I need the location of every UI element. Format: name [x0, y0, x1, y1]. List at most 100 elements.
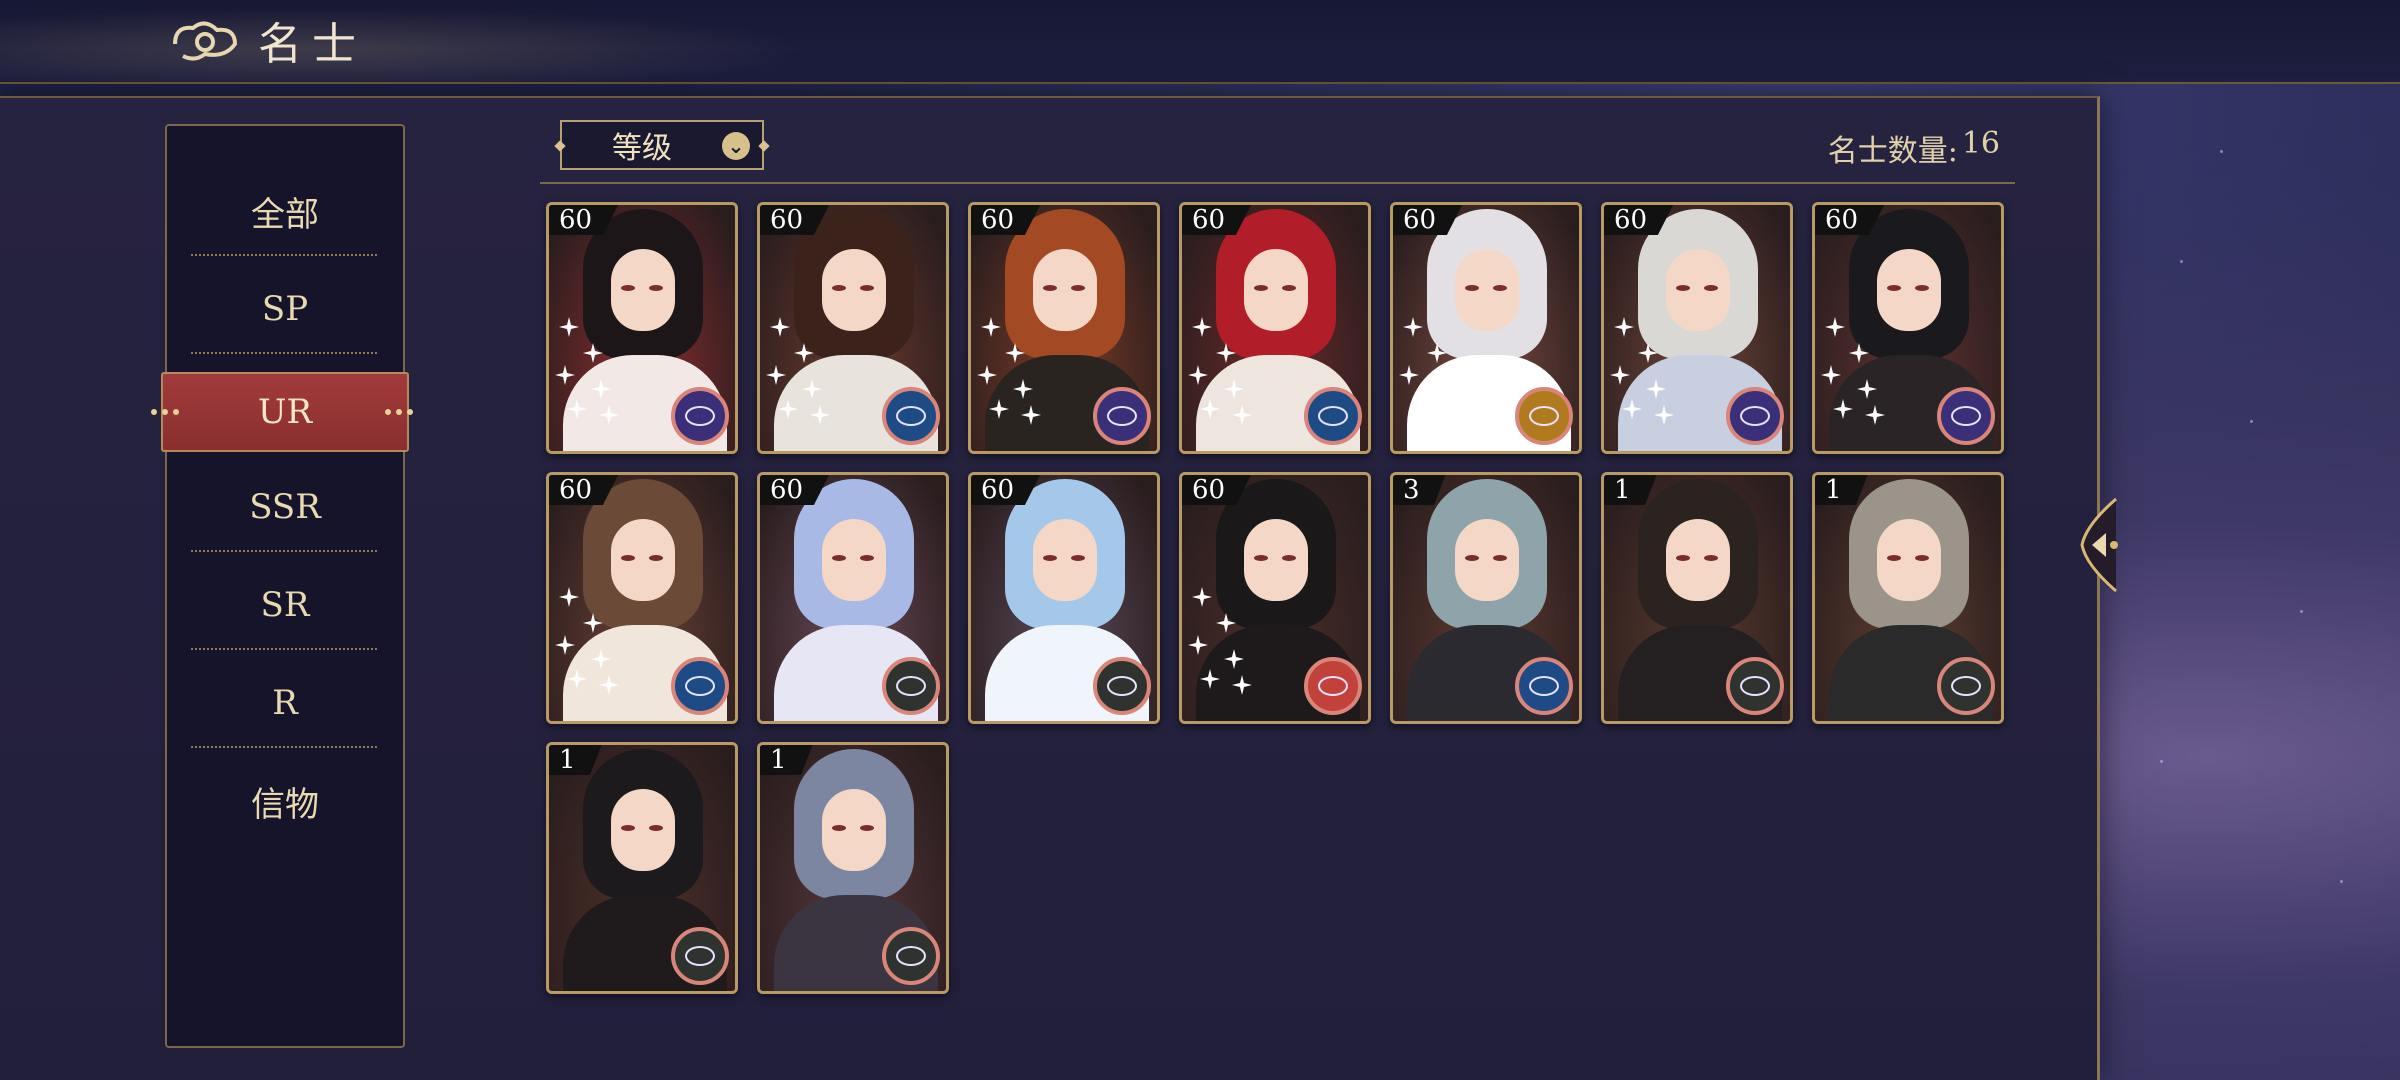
header-bar: 名士: [0, 0, 2400, 84]
hero-eye: [860, 555, 874, 561]
sparkle-icon: [1821, 313, 1921, 433]
hero-eye: [1915, 555, 1929, 561]
orbit-ring: [1740, 676, 1770, 696]
hero-eye: [649, 825, 663, 831]
collapse-panel-arrow-icon[interactable]: [2076, 495, 2122, 595]
filter-tab-label: UR: [257, 392, 313, 432]
chevron-down-icon: ⌄: [722, 132, 750, 160]
hero-count: 名士数量: 16: [1828, 126, 2000, 170]
divider: [191, 352, 377, 354]
sort-dropdown-label: 等级: [612, 131, 672, 166]
orbit-ring: [1529, 676, 1559, 696]
hero-eye: [1282, 285, 1296, 291]
hero-card[interactable]: 60: [968, 472, 1160, 724]
hero-card[interactable]: 60: [1179, 472, 1371, 724]
divider: [191, 648, 377, 650]
hero-count-label: 名士数量:: [1827, 134, 1958, 169]
hero-face: [611, 789, 675, 871]
hero-eye: [621, 825, 635, 831]
hero-face: [1455, 519, 1519, 601]
hero-card[interactable]: 60: [546, 472, 738, 724]
filter-tab-keepsake[interactable]: 信物: [167, 752, 403, 850]
filter-tab-ur[interactable]: UR: [151, 372, 413, 452]
hero-card[interactable]: 60: [757, 472, 949, 724]
filter-tab-sr[interactable]: SR: [167, 556, 403, 654]
orbit-ring: [1107, 406, 1137, 426]
hero-eye: [860, 285, 874, 291]
orbit-ring: [685, 406, 715, 426]
hero-card[interactable]: 1: [546, 742, 738, 994]
hero-eye: [1465, 555, 1479, 561]
hero-card[interactable]: 60: [1812, 202, 2004, 454]
hero-face: [822, 519, 886, 601]
blue-orbit-icon: [882, 387, 940, 445]
hero-card[interactable]: 1: [1601, 472, 1793, 724]
hero-card[interactable]: 60: [1601, 202, 1793, 454]
orbit-ring: [896, 676, 926, 696]
grey-orbit-icon: [1937, 657, 1995, 715]
filter-tab-label: 信物: [251, 784, 319, 825]
orbit-ring: [896, 946, 926, 966]
grey-orbit-icon: [882, 657, 940, 715]
hero-card[interactable]: 1: [757, 742, 949, 994]
hero-eye: [1465, 285, 1479, 291]
sparkle-icon: [555, 583, 655, 703]
orbit-ring: [1318, 676, 1348, 696]
hero-eye: [621, 555, 635, 561]
filter-tab-all[interactable]: 全部: [167, 162, 403, 260]
sparkle-icon: [977, 313, 1077, 433]
rarity-filter-sidebar: 全部 SP UR SSR SR R 信物: [151, 124, 413, 1048]
filter-tab-label: R: [272, 683, 298, 723]
ornament-dots-left: [151, 408, 185, 416]
hero-card[interactable]: 1: [1812, 472, 2004, 724]
grey-orbit-icon: [882, 927, 940, 985]
hero-eye: [1887, 285, 1901, 291]
hero-eye: [1915, 285, 1929, 291]
ornament-dots-right: [385, 408, 419, 416]
hero-eye: [1254, 285, 1268, 291]
red-orbit-icon: [1304, 657, 1362, 715]
hero-face: [1877, 519, 1941, 601]
hero-card[interactable]: 60: [1390, 202, 1582, 454]
hero-eye: [649, 285, 663, 291]
grey-orbit-icon: [1726, 657, 1784, 715]
filter-tab-label: SSR: [249, 487, 321, 527]
purple-orbit-icon: [1937, 387, 1995, 445]
filter-tab-label: SP: [261, 289, 309, 329]
filter-tab-label: 全部: [251, 194, 319, 235]
hero-card[interactable]: 60: [1179, 202, 1371, 454]
hero-eye: [1254, 555, 1268, 561]
orbit-ring: [1529, 406, 1559, 426]
hero-eye: [1493, 555, 1507, 561]
filter-tab-sp[interactable]: SP: [167, 260, 403, 358]
filter-tab-label: SR: [260, 585, 310, 625]
hero-eye: [1676, 285, 1690, 291]
sparkle-icon: [1610, 313, 1710, 433]
grey-orbit-icon: [1093, 657, 1151, 715]
divider: [540, 182, 2015, 184]
hero-eye: [621, 285, 635, 291]
hero-face: [822, 789, 886, 871]
hero-eye: [1887, 555, 1901, 561]
hero-card[interactable]: 60: [968, 202, 1160, 454]
hero-eye: [1282, 555, 1296, 561]
filter-tab-r[interactable]: R: [167, 654, 403, 752]
sort-dropdown[interactable]: 等级 ⌄: [560, 120, 764, 170]
hero-eye: [1071, 555, 1085, 561]
sparkle-icon: [766, 313, 866, 433]
orbit-ring: [1951, 676, 1981, 696]
hero-eye: [1493, 285, 1507, 291]
hero-face: [1666, 519, 1730, 601]
hero-card[interactable]: 60: [546, 202, 738, 454]
hero-eye: [832, 555, 846, 561]
hero-eye: [860, 825, 874, 831]
filter-tab-ssr[interactable]: SSR: [167, 458, 403, 556]
purple-orbit-icon: [1726, 387, 1784, 445]
divider: [191, 550, 377, 552]
hero-card[interactable]: 60: [757, 202, 949, 454]
hero-eye: [1043, 555, 1057, 561]
header-glow: [0, 0, 900, 84]
purple-orbit-icon: [1093, 387, 1151, 445]
hero-card[interactable]: 3: [1390, 472, 1582, 724]
purple-orbit-icon: [671, 387, 729, 445]
